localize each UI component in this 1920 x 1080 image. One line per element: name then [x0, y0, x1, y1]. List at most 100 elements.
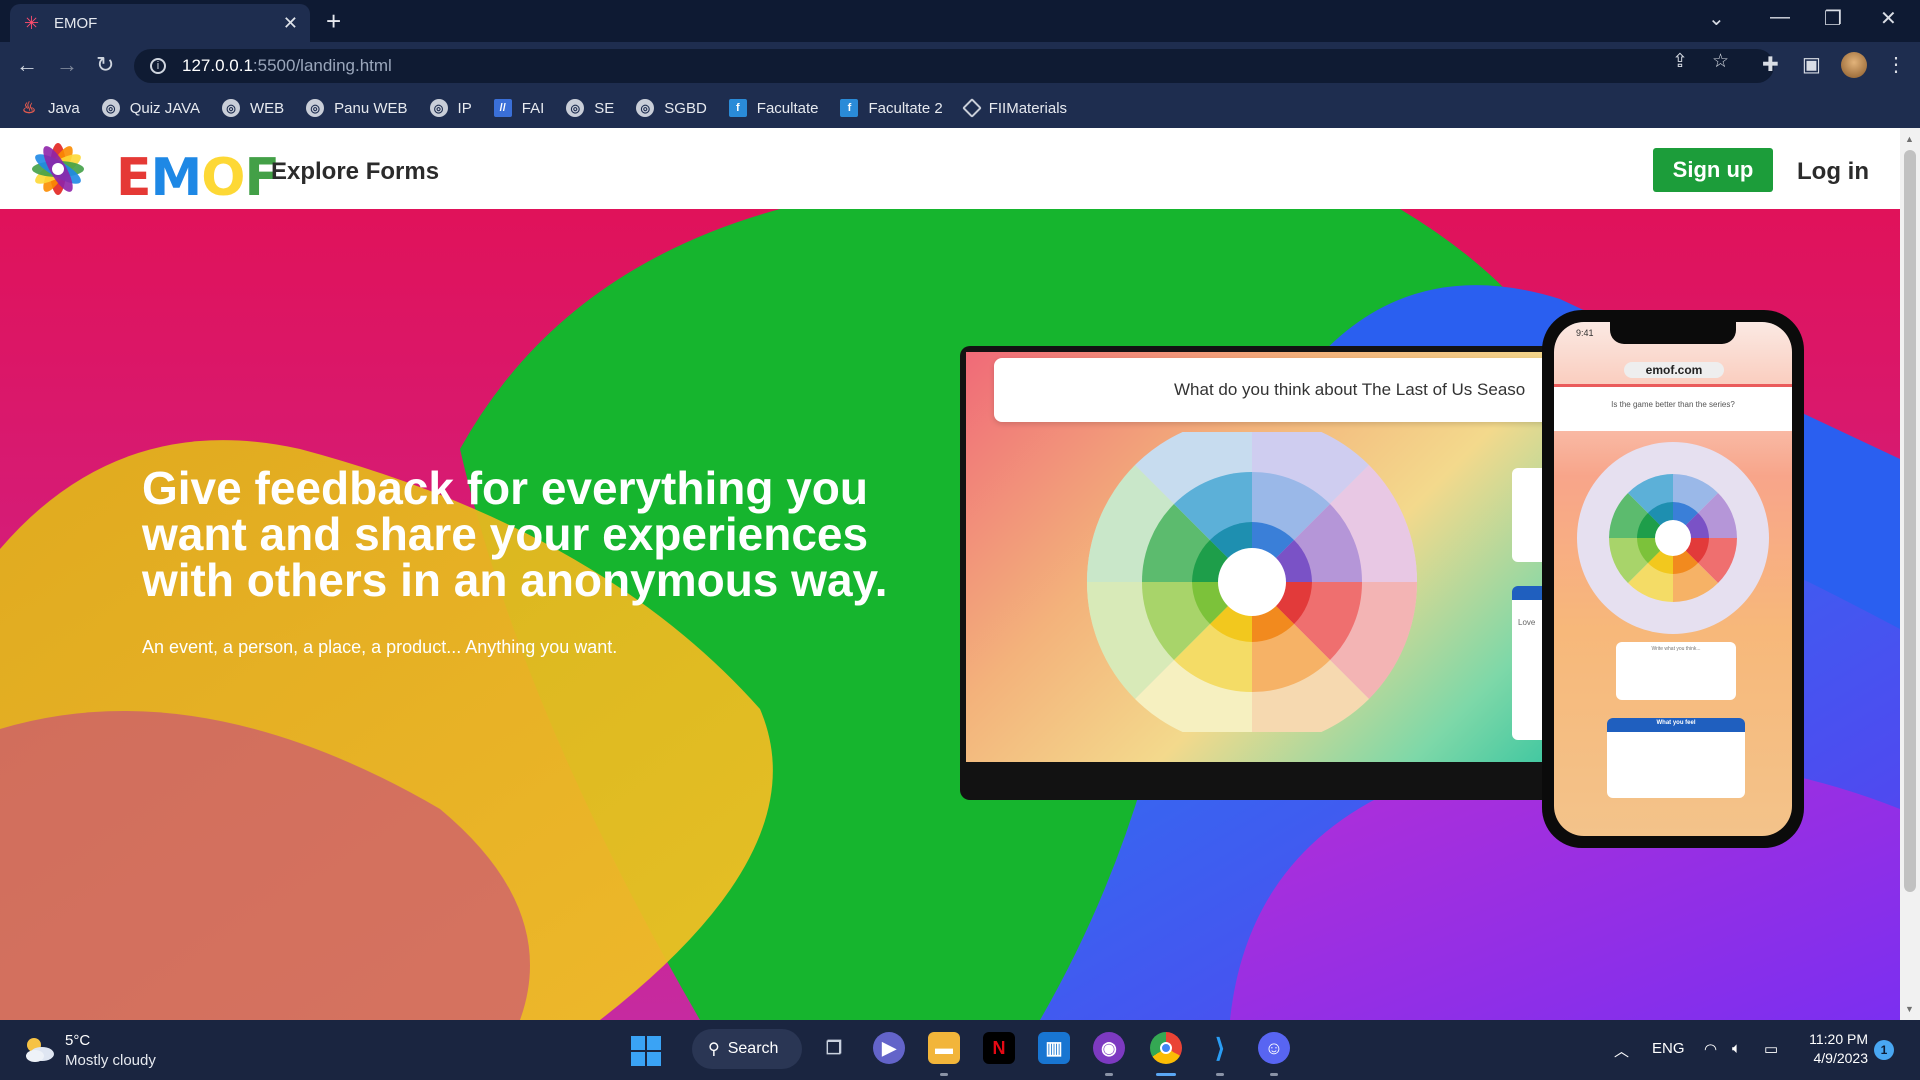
diamond-icon: [961, 98, 982, 118]
new-tab-icon[interactable]: +: [326, 6, 341, 37]
laptop-mockup: What do you think about The Last of Us S…: [960, 346, 1560, 800]
netflix-icon[interactable]: N: [983, 1032, 1015, 1064]
search-icon: ⚲: [708, 1041, 720, 1058]
discord-running-dot: [1270, 1073, 1278, 1076]
wifi-icon[interactable]: ◠: [1704, 1040, 1717, 1058]
github-desktop-icon[interactable]: ◉: [1093, 1032, 1125, 1064]
hero-title: Give feedback for everything you want an…: [142, 462, 888, 606]
clock-time: 11:20 PM: [1809, 1031, 1868, 1047]
emof-favicon-icon: ✳: [24, 13, 40, 33]
scrollbar-thumb[interactable]: [1904, 150, 1916, 892]
emotion-wheel: [1086, 432, 1418, 732]
search-label: Search: [727, 1040, 779, 1057]
page-scrollbar[interactable]: ▲ ▼: [1900, 128, 1920, 1020]
github-running-dot: [1105, 1073, 1113, 1076]
cloudy-weather-icon: [26, 1038, 54, 1062]
close-window-icon[interactable]: ✕: [1880, 6, 1897, 31]
signup-button[interactable]: Sign up: [1653, 148, 1773, 192]
chrome-center-icon: [1160, 1042, 1172, 1054]
back-icon[interactable]: ←: [16, 52, 38, 78]
restore-icon[interactable]: ❐: [1824, 6, 1842, 31]
task-view-icon[interactable]: ❐: [818, 1032, 850, 1064]
side-panel-icon[interactable]: ▣: [1802, 52, 1821, 77]
bookmark-sgbd[interactable]: ◎ SGBD: [636, 99, 707, 117]
trello-icon[interactable]: ▥: [1038, 1032, 1070, 1064]
address-bar[interactable]: i 127.0.0.1:5500/landing.html: [134, 49, 1774, 83]
fii-icon: f: [728, 99, 747, 117]
phone-textarea-placeholder: Write what you think...: [1651, 646, 1701, 652]
taskbar-search-button[interactable]: ⚲ Search: [692, 1029, 802, 1069]
chrome-icon[interactable]: [1150, 1032, 1182, 1064]
site-info-icon[interactable]: i: [150, 58, 166, 74]
java-icon: ♨: [21, 100, 37, 117]
phone-screen: 9:41 emof.com Is the game better than th…: [1554, 322, 1792, 836]
fai-icon: //: [493, 99, 512, 117]
reload-icon[interactable]: ↻: [96, 52, 114, 78]
emof-logo[interactable]: EMOF: [20, 136, 280, 208]
phone-emotion-wheel: [1577, 442, 1769, 634]
globe-icon: ◎: [222, 99, 240, 117]
bookmark-web[interactable]: ◎ WEB: [222, 99, 284, 117]
minimize-icon[interactable]: —: [1770, 6, 1790, 29]
profile-avatar[interactable]: [1841, 52, 1867, 78]
teams-chat-icon[interactable]: ▶: [873, 1032, 905, 1064]
taskbar-clock[interactable]: 11:20 PM 4/9/2023: [1806, 1030, 1868, 1068]
volume-icon[interactable]: 🔈︎: [1732, 1040, 1741, 1057]
hero-subtitle: An event, a person, a place, a product..…: [142, 637, 618, 657]
phone-feelings-title: What you feel: [1656, 720, 1696, 726]
notification-badge[interactable]: 1: [1874, 1040, 1894, 1060]
tray-overflow-chevron-icon[interactable]: ︿: [1614, 1040, 1629, 1061]
bookmark-facultate-2[interactable]: f Facultate 2: [840, 99, 943, 117]
bookmark-java[interactable]: ♨ Java: [20, 99, 80, 118]
flower-logo-icon: [32, 143, 84, 195]
weather-temperature[interactable]: 5°C: [65, 1032, 90, 1049]
file-explorer-icon[interactable]: ▬: [928, 1032, 960, 1064]
bookmark-quiz-java[interactable]: ◎ Quiz JAVA: [101, 99, 200, 117]
bookmark-star-icon[interactable]: ☆: [1712, 50, 1729, 73]
login-link[interactable]: Log in: [1797, 158, 1869, 186]
phone-feelings-card: What you feel: [1607, 718, 1745, 798]
bookmark-panu-web[interactable]: ◎ Panu WEB: [306, 99, 408, 117]
browser-tab[interactable]: ✳ EMOF ✕: [10, 4, 310, 42]
phone-notch: [1610, 322, 1736, 344]
tab-title: EMOF: [54, 14, 98, 32]
discord-icon[interactable]: ☺: [1258, 1032, 1290, 1064]
bookmark-fiimaterials[interactable]: FIIMaterials: [961, 98, 1067, 118]
start-windows-icon[interactable]: [631, 1036, 661, 1066]
bookmark-ip[interactable]: ◎ IP: [429, 99, 472, 117]
menu-kebab-icon[interactable]: ⋮: [1886, 52, 1906, 77]
chrome-active-indicator: [1156, 1073, 1176, 1076]
globe-icon: ◎: [101, 99, 120, 117]
vscode-icon[interactable]: ⟩: [1204, 1032, 1236, 1064]
phone-time: 9:41: [1576, 328, 1594, 338]
language-indicator[interactable]: ENG: [1652, 1040, 1685, 1057]
share-icon[interactable]: ⇪: [1672, 50, 1688, 73]
bookmark-se[interactable]: ◎ SE: [566, 99, 614, 117]
globe-icon: ◎: [566, 99, 585, 117]
forward-icon[interactable]: →: [56, 52, 78, 78]
tab-search-chevron-icon[interactable]: ⌄: [1708, 6, 1725, 31]
laptop-question-card: What do you think about The Last of Us S…: [994, 358, 1560, 422]
bookmark-fai[interactable]: //FAI: [493, 99, 544, 117]
file-explorer-running-dot: [940, 1073, 948, 1076]
extensions-icon[interactable]: ✚: [1762, 52, 1779, 77]
globe-icon: ◎: [306, 99, 325, 117]
browser-toolbar: ← → ↻ i 127.0.0.1:5500/landing.html ⇪ ☆ …: [0, 42, 1920, 88]
scroll-down-icon[interactable]: ▼: [1905, 1004, 1914, 1014]
globe-icon: ◎: [429, 99, 448, 117]
explore-forms-link[interactable]: Explore Forms: [271, 158, 439, 186]
close-tab-icon[interactable]: ✕: [283, 13, 298, 34]
laptop-screen: What do you think about The Last of Us S…: [966, 352, 1560, 762]
globe-icon: ◎: [636, 99, 655, 117]
weather-condition[interactable]: Mostly cloudy: [65, 1052, 156, 1069]
phone-question: Is the game better than the series?: [1554, 387, 1792, 431]
battery-icon[interactable]: ▭: [1764, 1040, 1778, 1058]
scroll-up-icon[interactable]: ▲: [1905, 134, 1914, 144]
bookmark-facultate[interactable]: f Facultate: [728, 99, 818, 117]
clock-date: 4/9/2023: [1813, 1050, 1869, 1066]
url-path: :5500/landing.html: [252, 56, 392, 75]
bookmarks-bar: ♨ Java ◎ Quiz JAVA ◎ WEB ◎ Panu WEB ◎ IP //FA…: [0, 88, 1920, 128]
phone-textarea-card: Write what you think...: [1616, 642, 1736, 700]
logo-text: EMOF: [116, 148, 280, 208]
site-header: EMOF Explore Forms Sign up Log in: [0, 128, 1900, 209]
